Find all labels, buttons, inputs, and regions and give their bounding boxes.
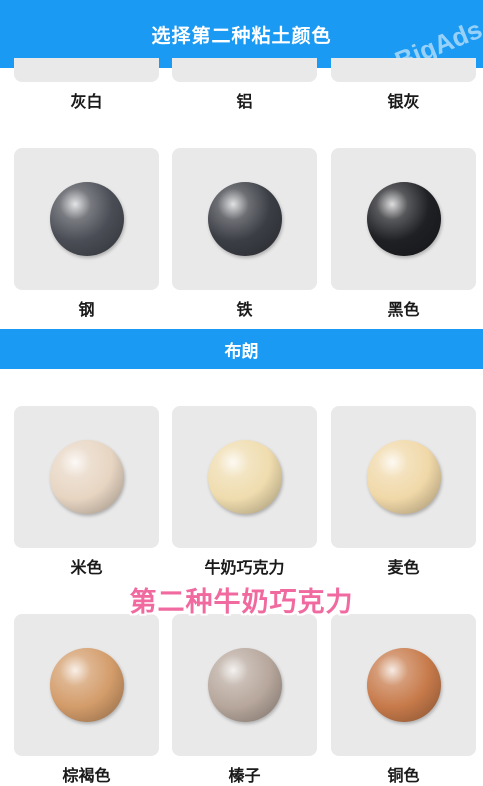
swatch-tile-beige[interactable] <box>14 406 159 548</box>
page-title: 选择第二种粘土颜色 <box>151 24 332 47</box>
swatch-tile-iron[interactable] <box>172 148 317 290</box>
swatch-tile-steel[interactable] <box>14 148 159 290</box>
swatch-label: 牛奶巧克力 <box>204 558 285 577</box>
clay-ball <box>366 440 441 514</box>
clay-ball <box>207 648 282 722</box>
swatch-tile-hazel[interactable] <box>172 614 317 756</box>
clay-ball <box>207 440 282 514</box>
clay-ball <box>207 182 282 256</box>
swatch-tile-milk-chocolate[interactable] <box>172 406 317 548</box>
swatch-label: 灰白 <box>70 92 103 111</box>
clay-ball <box>366 648 441 722</box>
swatch-tile-wheat[interactable] <box>331 406 476 548</box>
swatch-label: 铁 <box>236 300 253 319</box>
swatch-label: 榛子 <box>228 766 261 785</box>
swatch-label: 铜色 <box>387 766 420 785</box>
swatch-label: 银灰 <box>387 92 420 111</box>
swatch-tile-silver-gray[interactable] <box>331 58 476 82</box>
overlay-caption: 第二种牛奶巧克力 <box>129 587 354 618</box>
swatch-label: 棕褐色 <box>62 766 111 785</box>
swatch-tile-tan[interactable] <box>14 614 159 756</box>
swatch-tile-off-white[interactable] <box>14 58 159 82</box>
swatch-label: 铝 <box>236 92 253 111</box>
clay-ball <box>49 182 124 256</box>
clay-ball <box>49 648 124 722</box>
section-title: 布朗 <box>224 341 259 362</box>
swatch-tile-copper[interactable] <box>331 614 476 756</box>
swatch-label: 米色 <box>70 558 103 577</box>
swatch-tile-black[interactable] <box>331 148 476 290</box>
swatch-tile-aluminum[interactable] <box>172 58 317 82</box>
swatch-label: 钢 <box>78 300 95 319</box>
clay-ball <box>366 182 441 256</box>
clay-ball <box>49 440 124 514</box>
swatch-label: 黑色 <box>387 300 420 319</box>
swatch-label: 麦色 <box>387 558 420 577</box>
section-header-brown: 布朗 <box>0 329 483 369</box>
